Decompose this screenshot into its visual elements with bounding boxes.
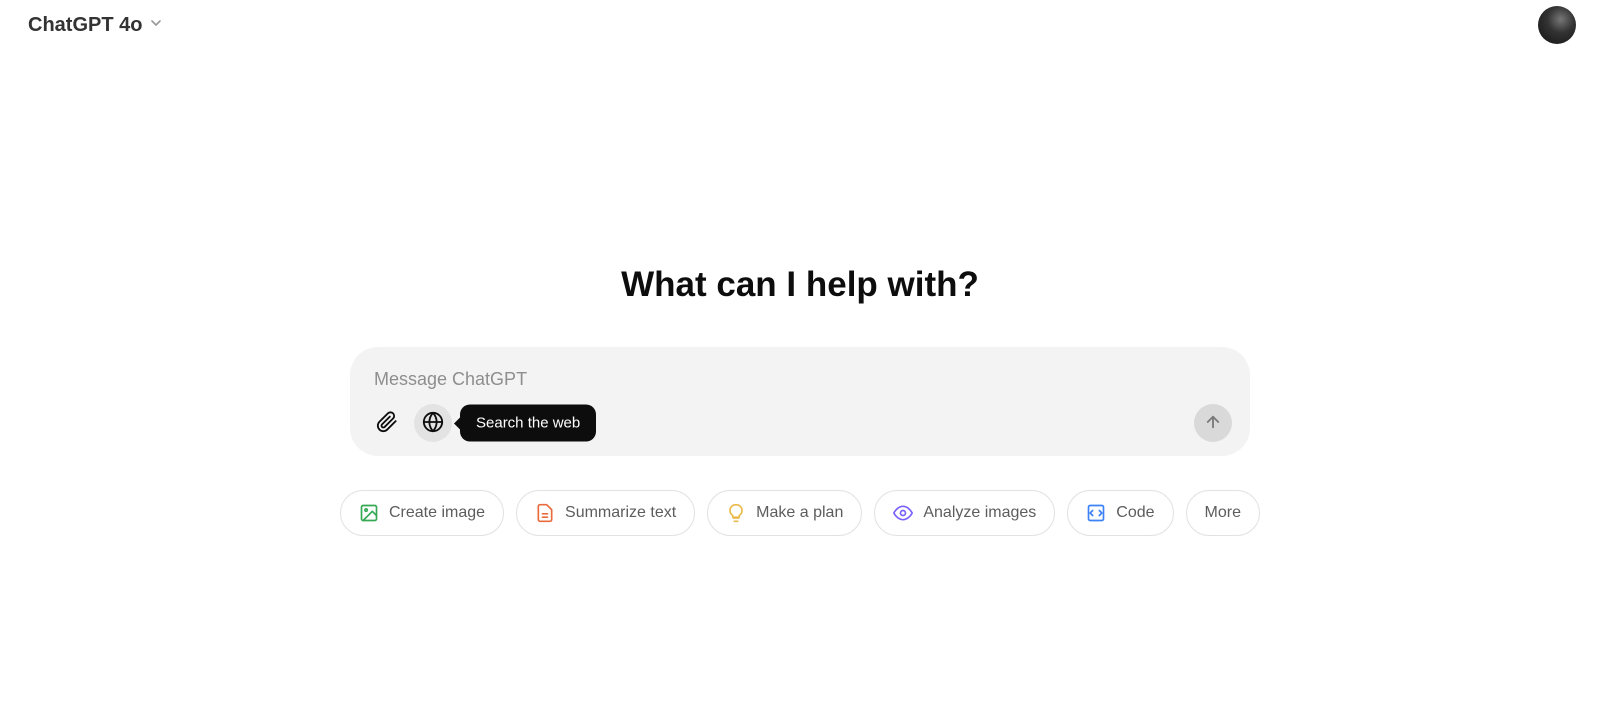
eye-icon (893, 503, 913, 523)
chip-more[interactable]: More (1186, 490, 1260, 536)
chip-label: Summarize text (565, 504, 676, 522)
message-input[interactable] (368, 365, 1232, 404)
send-button[interactable] (1194, 404, 1232, 442)
main-area: What can I help with? Search the web (0, 0, 1600, 701)
tooltip-search-web: Search the web (460, 405, 596, 442)
image-icon (359, 503, 379, 523)
code-icon (1086, 503, 1106, 523)
suggestion-chips: Create image Summarize text Make a plan … (340, 490, 1260, 536)
chip-label: Analyze images (923, 504, 1036, 522)
arrow-up-icon (1204, 413, 1222, 434)
attach-button[interactable] (368, 404, 406, 442)
lightbulb-icon (726, 503, 746, 523)
chip-label: More (1205, 504, 1241, 522)
page-title: What can I help with? (621, 265, 979, 305)
chip-create-image[interactable]: Create image (340, 490, 504, 536)
chip-make-a-plan[interactable]: Make a plan (707, 490, 862, 536)
composer-toolbar: Search the web (368, 404, 1232, 442)
globe-icon (422, 411, 444, 436)
chip-label: Make a plan (756, 504, 843, 522)
document-icon (535, 503, 555, 523)
chip-analyze-images[interactable]: Analyze images (874, 490, 1055, 536)
chip-label: Code (1116, 504, 1154, 522)
chip-code[interactable]: Code (1067, 490, 1173, 536)
paperclip-icon (376, 411, 398, 436)
chip-summarize-text[interactable]: Summarize text (516, 490, 695, 536)
composer: Search the web (350, 347, 1250, 456)
tooltip-text: Search the web (476, 415, 580, 432)
chip-label: Create image (389, 504, 485, 522)
web-search-button[interactable] (414, 404, 452, 442)
